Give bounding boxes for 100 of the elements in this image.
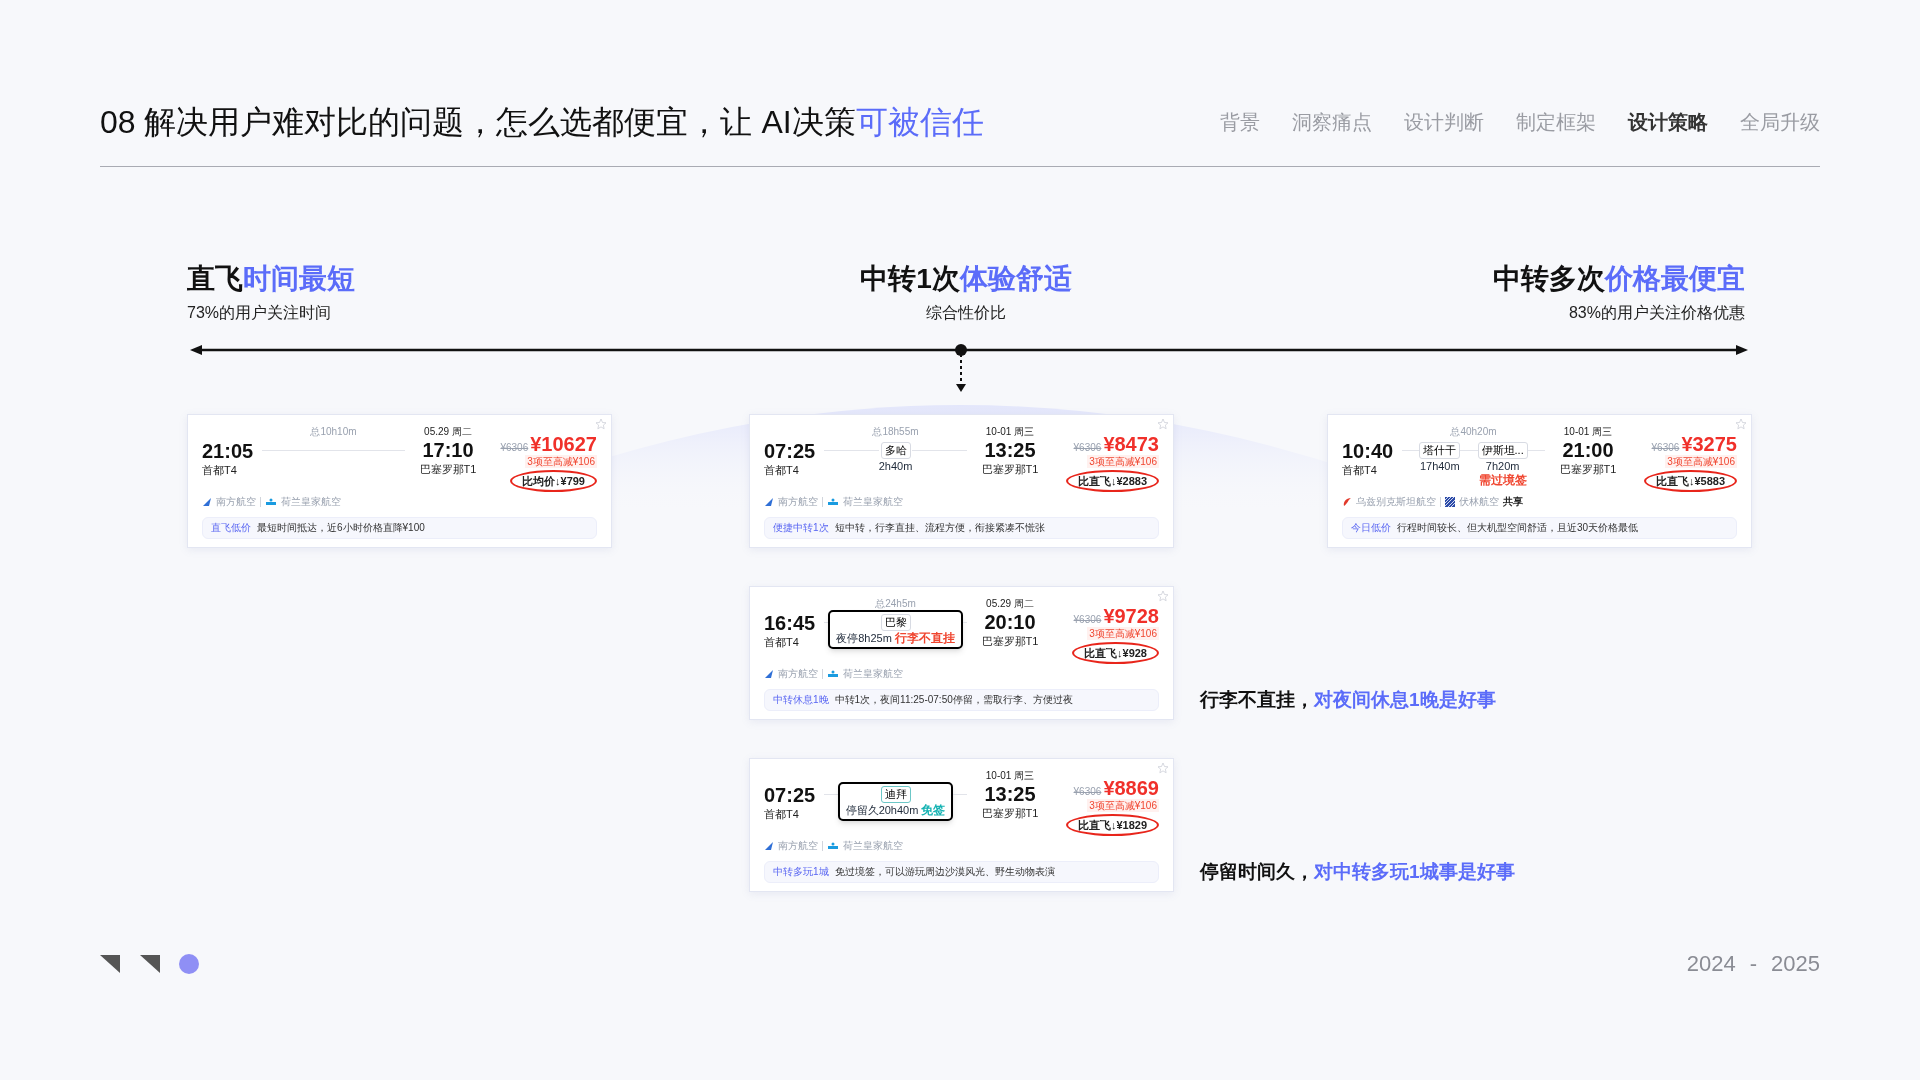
- stopover-time: 停留久20h40m: [845, 803, 919, 817]
- category-title: 直飞时间最短: [187, 262, 355, 296]
- star-icon[interactable]: [1157, 590, 1169, 602]
- category-subtitle: 73%的用户关注时间: [187, 303, 332, 323]
- recommendation-tag: 便捷中转1次: [773, 521, 829, 535]
- recommendation-tag: 直飞低价: [211, 521, 251, 535]
- year-start: 2024: [1686, 950, 1736, 978]
- stopover-chip: 巴黎: [880, 614, 911, 631]
- discount-label[interactable]: 3项至高减¥106: [525, 455, 597, 468]
- arrival-date: 10-01 周三: [985, 769, 1035, 782]
- discount-label[interactable]: 3项至高减¥106: [1665, 455, 1737, 468]
- price-comparison: 比直飞↓¥2883: [1065, 470, 1159, 492]
- category-subtitle: 83%的用户关注价格优惠: [1568, 303, 1745, 323]
- crown-logo-icon: [827, 669, 839, 678]
- price: ¥10627: [530, 433, 597, 455]
- stopover-chip: 塔什干: [1419, 442, 1461, 459]
- recommendation-tag: 中转休息1晚: [773, 693, 829, 707]
- recommendation-text: 免过境签，可以游玩周边沙漠风光、野生动物表演: [834, 865, 1055, 879]
- recommendation-text: 中转1次，夜间11:25-07:50停留，需取行李、方便过夜: [834, 693, 1073, 707]
- arrival-time: 21:00: [1562, 438, 1614, 462]
- arrival-time: 13:25: [984, 438, 1036, 462]
- arrival-airport: 巴塞罗那T1: [981, 806, 1039, 820]
- total-duration: 总18h55m: [872, 425, 919, 438]
- star-icon[interactable]: [595, 418, 607, 430]
- star-icon[interactable]: [1157, 762, 1169, 774]
- arrival-airport: 巴塞罗那T1: [981, 634, 1039, 648]
- departure-airport: 首都T4: [764, 463, 800, 477]
- discount-label[interactable]: 3项至高减¥106: [1087, 455, 1159, 468]
- airline-name: 南方航空: [216, 495, 256, 509]
- tail-fin-icon: [202, 496, 212, 507]
- bird-logo-icon: [1342, 496, 1352, 507]
- stopover-chip: 伊斯坦...: [1477, 442, 1528, 459]
- star-icon[interactable]: [1157, 418, 1169, 430]
- flight-card[interactable]: 16:45 首都T4 总24h5m 巴黎 夜停8h25m 行李不直挂 05.29 周二 20:10 巴塞罗那T1 ¥6306¥9728 3项至高减¥106 比直飞↓¥928 南方航空 荷兰皇家航空 中转休息1晚 中转1次，夜间11:25-07:50停留，需取行李、方便过夜: [749, 586, 1174, 720]
- stopover-time: 2h40m: [878, 459, 913, 473]
- total-duration: 总10h10m: [310, 425, 357, 438]
- airline-name: 乌兹别克斯坦航空: [1356, 495, 1436, 509]
- crown-logo-icon: [827, 841, 839, 850]
- arrival-date: 05.29 周二: [986, 597, 1034, 610]
- arrival-date: 10-01 周三: [985, 425, 1035, 438]
- total-duration: 总24h5m: [875, 597, 916, 610]
- tail-fin-icon: [764, 840, 774, 851]
- flight-card[interactable]: 07:25 首都T4 总18h55m 多哈 2h40m 10-01 周三 13:25 巴塞罗那T1 ¥6306¥8473 3项至高减¥106 比直飞↓¥2883 南方航空 荷兰皇家航空 便捷中转1次 短中转，行李直挂、流程方便，衔接紧凑不慌张: [749, 414, 1174, 548]
- original-price: ¥6306: [1073, 785, 1102, 799]
- original-price: ¥6306: [1651, 441, 1680, 455]
- nav-link[interactable]: 制定框架: [1516, 107, 1596, 137]
- stopover-note: 免签: [921, 803, 946, 817]
- nav-link[interactable]: 设计策略: [1628, 107, 1708, 137]
- departure-time: 21:05: [202, 439, 255, 463]
- airline-name: 荷兰皇家航空: [843, 495, 903, 509]
- arrival-airport: 巴塞罗那T1: [419, 462, 477, 476]
- year-separator: -: [1749, 950, 1758, 978]
- category-title: 中转多次价格最便宜: [1493, 262, 1745, 296]
- departure-airport: 首都T4: [1342, 463, 1378, 477]
- flight-card[interactable]: 10:40 首都T4 总40h20m 塔什干 17h40m 伊斯坦... 7h20m 需过境签 10-01 周三 21:00 巴塞罗那T1 ¥6306¥3275 3项至高减¥106 比直飞↓¥5883 乌兹别克斯坦航空 伏林航空 共享 今日低价 行程时间较长、但大机型空间舒适，且近30天价格最低: [1327, 414, 1752, 548]
- airline-name: 南方航空: [778, 839, 818, 853]
- nav-link[interactable]: 设计判断: [1404, 107, 1484, 137]
- arrival-airport: 巴塞罗那T1: [981, 462, 1039, 476]
- discount-label[interactable]: 3项至高减¥106: [1087, 627, 1159, 640]
- departure-time: 07:25: [764, 783, 817, 807]
- page-title: 08 解决用户难对比的问题，怎么选都便宜，让 AI决策可被信任: [100, 103, 984, 142]
- nav-link[interactable]: 洞察痛点: [1292, 107, 1372, 137]
- nav-link[interactable]: 全局升级: [1740, 107, 1820, 137]
- tail-fin-icon: [764, 668, 774, 679]
- price-comparison: 比均价↓¥799: [510, 470, 597, 492]
- recommendation-tag: 中转多玩1城: [773, 865, 829, 879]
- airline-name: 荷兰皇家航空: [843, 839, 903, 853]
- departure-airport: 首都T4: [202, 463, 238, 477]
- crown-logo-icon: [265, 497, 277, 506]
- flight-card[interactable]: 07:25 首都T4 迪拜 停留久20h40m 免签 10-01 周三 13:25 巴塞罗那T1 ¥6306¥8869 3项至高减¥106 比直飞↓¥1829 南方航空 荷兰皇家航空 中转多玩1城 免过境签，可以游玩周边沙漠风光、野生动物表演: [749, 758, 1174, 892]
- departure-airport: 首都T4: [764, 635, 800, 649]
- airline-name: 荷兰皇家航空: [281, 495, 341, 509]
- departure-airport: 首都T4: [764, 807, 800, 821]
- price: ¥8473: [1103, 433, 1159, 455]
- original-price: ¥6306: [1073, 441, 1102, 455]
- arrival-date: 05.29 周二: [424, 425, 472, 438]
- airline-name: 荷兰皇家航空: [843, 667, 903, 681]
- star-icon[interactable]: [1735, 418, 1747, 430]
- annotation-text: 行李不直挂，对夜间休息1晚是好事: [1200, 687, 1496, 712]
- discount-label[interactable]: 3项至高减¥106: [1087, 799, 1159, 812]
- original-price: ¥6306: [500, 441, 529, 455]
- arrival-time: 13:25: [984, 782, 1036, 806]
- price-comparison: 比直飞↓¥928: [1072, 642, 1159, 664]
- price-comparison: 比直飞↓¥1829: [1065, 814, 1159, 836]
- nav-link[interactable]: 背景: [1220, 107, 1260, 137]
- departure-time: 16:45: [764, 611, 817, 635]
- year-end: 2025: [1771, 950, 1820, 978]
- price: ¥3275: [1681, 433, 1737, 455]
- stopover-time: 夜停8h25m: [836, 631, 892, 645]
- arrival-airport: 巴塞罗那T1: [1559, 462, 1617, 476]
- stopover-time: 17h40m: [1419, 459, 1460, 473]
- price: ¥9728: [1103, 605, 1159, 627]
- stopover-chip: 迪拜: [880, 786, 911, 803]
- flight-card[interactable]: 21:05 首都T4 总10h10m 05.29 周二 17:10 巴塞罗那T1 ¥6306¥10627 3项至高减¥106 比均价↓¥799 南方航空 荷兰皇家航空 直飞低价 最短时间抵达，近6小时价格直降¥100: [187, 414, 612, 548]
- crown-logo-icon: [827, 497, 839, 506]
- stopover-note: 行李不直挂: [894, 631, 955, 645]
- stopover-note: 需过境签: [1478, 473, 1527, 487]
- logo-icon: [100, 952, 200, 975]
- annotation-text: 停留时间久，对中转多玩1城事是好事: [1200, 859, 1515, 884]
- departure-time: 07:25: [764, 439, 817, 463]
